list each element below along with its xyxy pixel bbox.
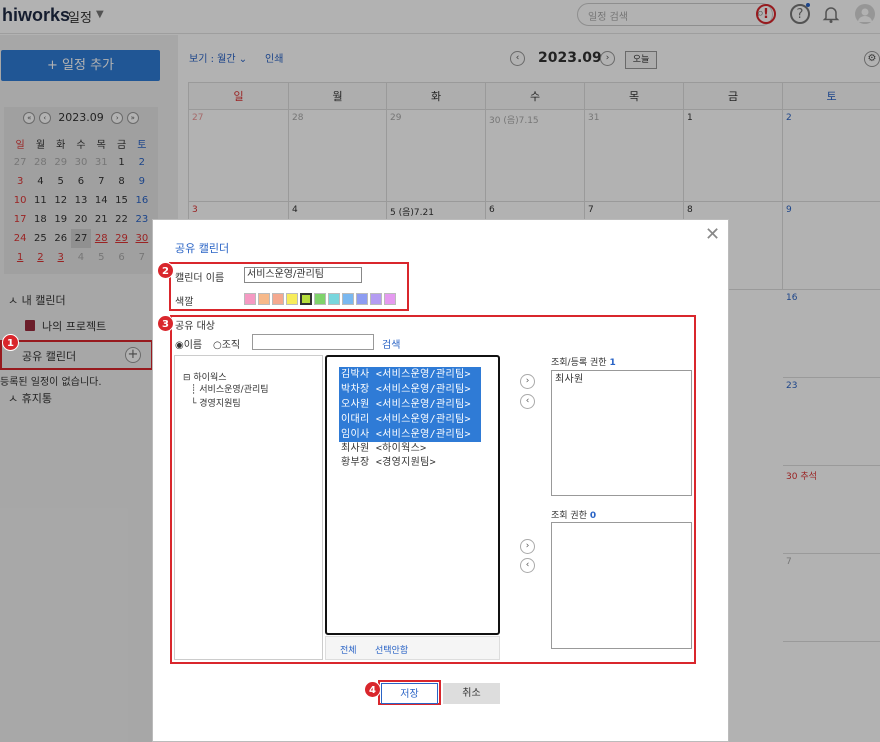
select-all-link[interactable]: 전체 xyxy=(340,643,357,656)
color-palette xyxy=(244,293,404,307)
edit-perm-list[interactable]: 최사원 xyxy=(551,370,692,496)
color-swatch[interactable] xyxy=(370,293,382,305)
member-item-selected[interactable]: 김박사 <서비스운영/관리팀> xyxy=(339,367,481,382)
cancel-button[interactable]: 취소 xyxy=(443,683,500,704)
tree-node-label: 서비스운영/관리팀 xyxy=(199,385,269,395)
remove-from-view-perm-arrow-icon[interactable]: ‹ xyxy=(520,558,535,573)
radio-checked-icon: ◉ xyxy=(175,340,184,351)
radio-name-label: 이름 xyxy=(183,340,203,351)
close-icon[interactable]: ✕ xyxy=(705,224,720,245)
share-target-label: 공유 대상 xyxy=(175,321,215,332)
deselect-link[interactable]: 선택안함 xyxy=(375,643,408,656)
calendar-name-input[interactable]: 서비스운영/관리팀 xyxy=(244,267,362,283)
member-item-selected[interactable]: 임이사 <서비스운영/관리팀> xyxy=(339,427,481,442)
list-footer: 전체 선택안함 xyxy=(325,636,500,660)
color-swatch[interactable] xyxy=(328,293,340,305)
tree-node-label: 경영지원팀 xyxy=(199,399,241,409)
tree-node[interactable]: └ 경영지원팀 xyxy=(191,396,241,409)
add-to-view-perm-arrow-icon[interactable]: › xyxy=(520,539,535,554)
search-button[interactable]: 검색 xyxy=(382,336,400,351)
color-swatch[interactable] xyxy=(272,293,284,305)
org-tree: ⊟ 하이웍스 ┊ 서비스운영/관리팀 └ 경영지원팀 xyxy=(174,355,323,660)
member-list[interactable]: 김박사 <서비스운영/관리팀> 박차장 <서비스운영/관리팀> 오사원 <서비스… xyxy=(325,355,500,635)
edit-perm-title: 조회/등록 권한 xyxy=(551,358,607,368)
color-swatch[interactable] xyxy=(384,293,396,305)
member-item[interactable]: 황부장 <경영지원팀> xyxy=(339,456,498,470)
radio-org[interactable]: ○조직 xyxy=(213,336,240,351)
edit-perm-label: 조회/등록 권한 1 xyxy=(551,355,616,368)
color-swatch[interactable] xyxy=(314,293,326,305)
color-label: 색깔 xyxy=(175,297,194,308)
member-item-selected[interactable]: 오사원 <서비스운영/관리팀> xyxy=(339,397,481,412)
tree-node[interactable]: ┊ 서비스운영/관리팀 xyxy=(191,382,269,395)
view-perm-label: 조회 권한 0 xyxy=(551,508,596,521)
color-swatch[interactable] xyxy=(342,293,354,305)
radio-name[interactable]: ◉이름 xyxy=(175,336,202,351)
color-swatch[interactable] xyxy=(356,293,368,305)
color-swatch[interactable] xyxy=(244,293,256,305)
calendar-name-label: 캘린더 이름 xyxy=(175,273,225,284)
step-badge: 1 xyxy=(2,334,19,351)
color-swatch[interactable] xyxy=(286,293,298,305)
save-button[interactable]: 저장 xyxy=(381,683,438,704)
color-swatch[interactable] xyxy=(258,293,270,305)
edit-perm-member[interactable]: 최사원 xyxy=(552,373,691,387)
member-item[interactable]: 최사원 <하이웍스> xyxy=(339,442,498,456)
radio-unchecked-icon: ○ xyxy=(213,340,222,351)
step-badge: 4 xyxy=(364,681,381,698)
view-perm-count: 0 xyxy=(589,511,597,521)
add-to-edit-perm-arrow-icon[interactable]: › xyxy=(520,374,535,389)
edit-perm-count: 1 xyxy=(609,358,616,368)
remove-from-edit-perm-arrow-icon[interactable]: ‹ xyxy=(520,394,535,409)
radio-org-label: 조직 xyxy=(221,340,241,351)
step-badge: 3 xyxy=(157,315,174,332)
shared-calendar-dialog: 공유 캘린더 ✕ 캘린더 이름 서비스운영/관리팀 색깔 공유 대상 ◉이름 ○… xyxy=(152,219,729,742)
member-item-selected[interactable]: 이대리 <서비스운영/관리팀> xyxy=(339,412,481,427)
view-perm-list[interactable] xyxy=(551,522,692,649)
member-item-selected[interactable]: 박차장 <서비스운영/관리팀> xyxy=(339,382,481,397)
step-badge: 2 xyxy=(157,262,174,279)
member-search-input[interactable] xyxy=(252,334,374,350)
dialog-title: 공유 캘린더 xyxy=(175,242,230,255)
view-perm-title: 조회 권한 xyxy=(551,511,587,521)
color-swatch[interactable] xyxy=(300,293,312,305)
